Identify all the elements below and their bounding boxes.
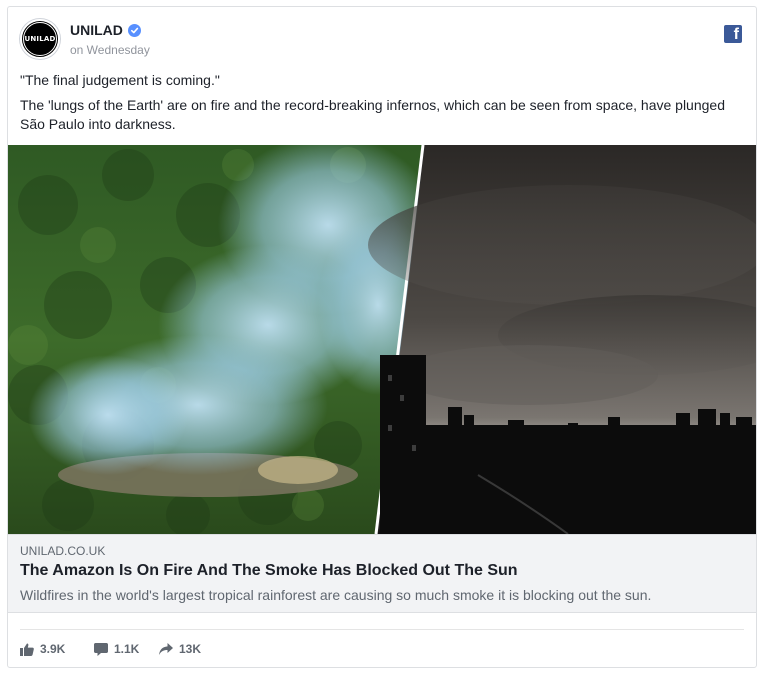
comments-count: 1.1K (114, 642, 140, 656)
post-footer-stats: 3.9K 1.1K 13K (20, 629, 744, 659)
like-icon (20, 643, 34, 656)
shares-stat[interactable]: 13K (159, 642, 201, 656)
likes-count: 3.9K (40, 642, 66, 656)
share-icon (159, 643, 173, 655)
shares-count: 13K (179, 642, 202, 656)
link-domain: UNILAD.CO.UK (20, 544, 106, 558)
link-description: Wildfires in the world's largest tropica… (20, 587, 652, 603)
comment-icon (94, 642, 108, 656)
verified-badge-icon (127, 23, 141, 37)
link-preview[interactable]: UNILAD.CO.UK The Amazon Is On Fire And T… (8, 534, 756, 613)
avatar[interactable]: UNILAD (20, 19, 60, 59)
facebook-post-card: UNILAD UNILAD on Wednesday f "The final … (7, 6, 757, 668)
post-body-text: The 'lungs of the Earth' are on fire and… (20, 97, 725, 132)
facebook-icon[interactable]: f (724, 25, 742, 43)
split-photo (8, 145, 756, 534)
page-name-row: UNILAD (70, 22, 141, 38)
link-preview-image[interactable] (8, 145, 756, 534)
page-name[interactable]: UNILAD (70, 22, 123, 38)
post-timestamp[interactable]: on Wednesday (70, 43, 150, 57)
likes-stat[interactable]: 3.9K (20, 642, 65, 656)
comments-stat[interactable]: 1.1K (94, 642, 139, 656)
avatar-logo-text: UNILAD (23, 22, 57, 56)
post-header: UNILAD UNILAD on Wednesday f (20, 19, 744, 63)
link-title[interactable]: The Amazon Is On Fire And The Smoke Has … (20, 562, 518, 580)
post-quote: "The final judgement is coming." (20, 72, 220, 88)
